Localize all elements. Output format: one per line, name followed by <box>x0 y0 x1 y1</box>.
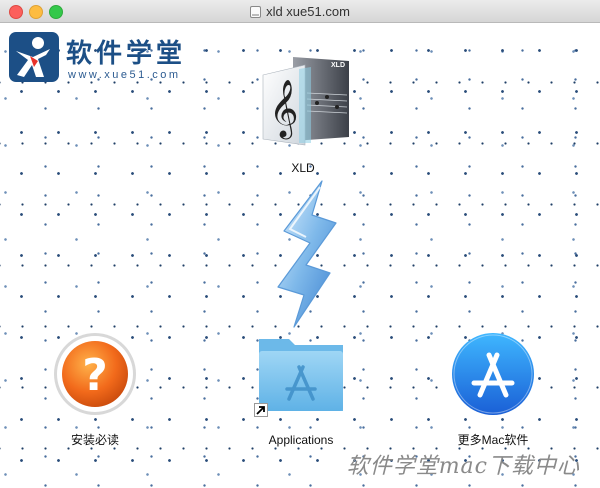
disk-image-contents: 软件学堂 www.xue51.com XLD 𝄞 XLD ? 安装必读 Appl… <box>0 23 600 488</box>
svg-text:XLD: XLD <box>331 62 345 69</box>
svg-text:?: ? <box>82 350 108 401</box>
logo-url-text: www.xue51.com <box>68 69 181 81</box>
title-bar[interactable]: xld xue51.com <box>0 0 600 23</box>
window-title-container: xld xue51.com <box>0 4 600 19</box>
applications-folder-item[interactable]: Applications <box>246 333 356 451</box>
window-title: xld xue51.com <box>266 4 350 19</box>
finder-window: xld xue51.com 软件学堂 www.xue51.com XLD 𝄞 X… <box>0 0 600 488</box>
xue51-logo-icon <box>9 32 59 82</box>
more-mac-software-item[interactable]: 更多Mac软件 <box>438 331 548 451</box>
lightning-arrow-icon <box>277 180 337 328</box>
svg-text:𝄞: 𝄞 <box>269 79 299 140</box>
site-logo: 软件学堂 www.xue51.com <box>8 31 213 91</box>
xld-app-item[interactable]: XLD 𝄞 XLD <box>248 53 358 178</box>
xld-app-label: XLD <box>291 161 315 175</box>
alias-arrow-icon <box>254 403 268 417</box>
more-mac-software-label: 更多Mac软件 <box>457 433 529 447</box>
install-guide-item[interactable]: ? 安装必读 <box>40 331 150 451</box>
install-guide-label: 安装必读 <box>70 433 119 447</box>
help-question-icon: ? <box>54 333 136 415</box>
watermark-text: 软件学堂mac下载中心 <box>346 454 580 479</box>
applications-folder-label: Applications <box>268 433 334 447</box>
logo-brand-text: 软件学堂 <box>66 38 187 68</box>
app-store-icon <box>452 333 534 415</box>
disk-image-icon <box>250 6 262 18</box>
xld-app-icon: XLD 𝄞 <box>262 57 349 146</box>
